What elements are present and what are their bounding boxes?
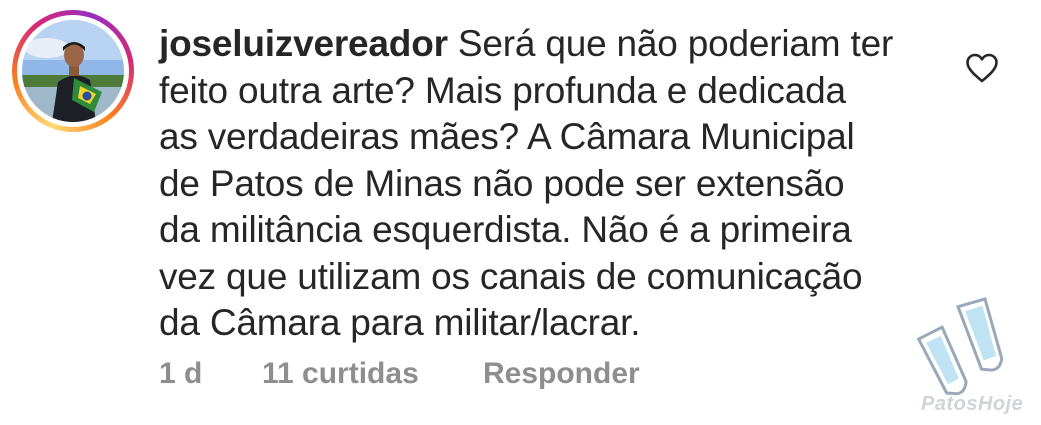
comment-username[interactable]: joseluizvereador xyxy=(159,23,448,64)
watermark-text: PatosHoje xyxy=(921,393,1024,415)
comment-text: joseluizvereador Será que não poderiam t… xyxy=(159,21,929,347)
comment-line-1: joseluizvereador Será que não poderiam t… xyxy=(159,21,929,68)
avatar-photo xyxy=(22,20,124,122)
like-comment-button[interactable] xyxy=(964,52,1000,84)
comment-timestamp: 1 d xyxy=(159,357,203,390)
reply-button[interactable]: Responder xyxy=(483,357,640,391)
avatar-gap xyxy=(17,15,129,127)
avatar-story-ring[interactable] xyxy=(12,10,134,132)
comment-line-7: da Câmara para militar/lacrar. xyxy=(159,302,641,343)
comment-line-6: vez que utilizam os canais de comunicaçã… xyxy=(159,255,863,297)
comment-likes-count[interactable]: 11 curtidas xyxy=(262,357,419,391)
comment-line-2: feito outra arte? Mais profunda e dedica… xyxy=(159,69,846,111)
comment-line-4: de Patos de Minas não pode ser extensão xyxy=(159,162,845,204)
avatar[interactable] xyxy=(22,20,124,122)
comment-line-3: as verdadeiras mães? A Câmara Municipal xyxy=(159,116,855,157)
comment-line-1-text: Será que não poderiam ter xyxy=(457,23,894,64)
comment-line-5: da militância esquerdista. Não é a prime… xyxy=(159,209,852,250)
heart-outline-icon xyxy=(966,53,998,83)
